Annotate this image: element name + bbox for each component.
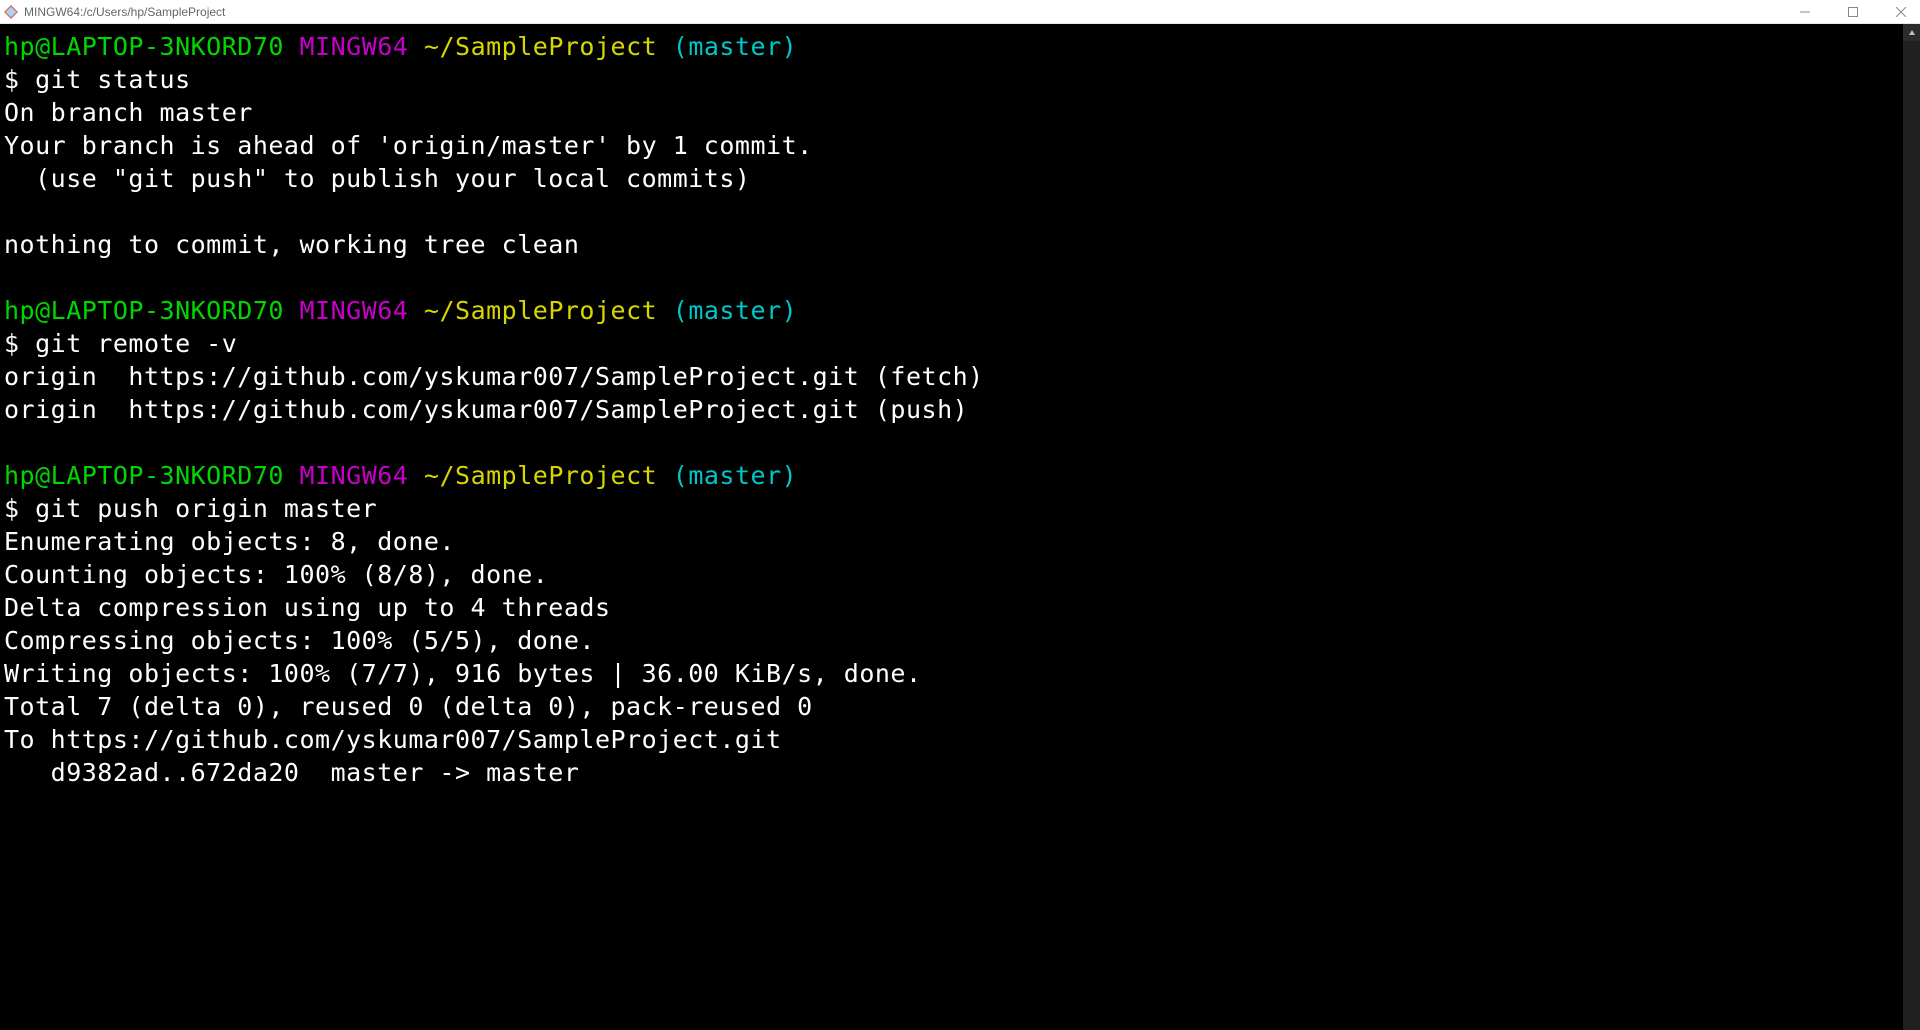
window-controls: [1790, 2, 1916, 22]
app-icon: [4, 5, 18, 19]
window-titlebar: MINGW64:/c/Users/hp/SampleProject: [0, 0, 1920, 24]
minimize-button[interactable]: [1790, 2, 1820, 22]
scrollbar-track[interactable]: [1903, 41, 1920, 1030]
scrollbar-up-arrow-icon[interactable]: [1903, 24, 1920, 41]
terminal-output[interactable]: hp@LAPTOP-3NKORD70 MINGW64 ~/SampleProje…: [0, 24, 1903, 1030]
close-button[interactable]: [1886, 2, 1916, 22]
window-title: MINGW64:/c/Users/hp/SampleProject: [24, 5, 1790, 19]
vertical-scrollbar[interactable]: [1903, 24, 1920, 1030]
terminal-container: hp@LAPTOP-3NKORD70 MINGW64 ~/SampleProje…: [0, 24, 1920, 1030]
maximize-button[interactable]: [1838, 2, 1868, 22]
